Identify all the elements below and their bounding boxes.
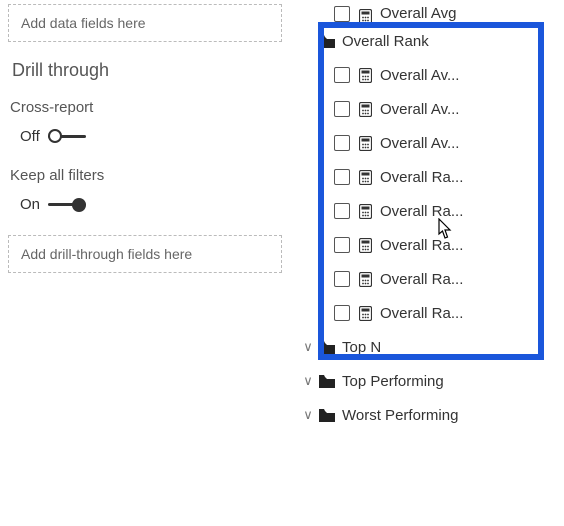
dropzone-drill-text: Add drill-through fields here <box>21 246 192 262</box>
keep-filters-toggle[interactable]: On <box>20 196 282 213</box>
field-row[interactable]: Overall Ra... <box>290 296 564 330</box>
dropzone-data-text: Add data fields here <box>21 15 146 31</box>
chevron-down-icon[interactable]: ∨ <box>300 373 316 389</box>
folder-label: Worst Performing <box>342 407 458 424</box>
field-row[interactable]: Overall Ra... <box>290 194 564 228</box>
folder-icon <box>318 409 336 422</box>
drill-through-dropzone[interactable]: Add drill-through fields here <box>8 235 282 273</box>
field-row[interactable]: Overall Av... <box>290 58 564 92</box>
field-label: Overall Avg <box>380 5 456 24</box>
field-checkbox[interactable] <box>334 305 350 321</box>
field-checkbox[interactable] <box>334 6 350 22</box>
fields-list: Overall Avg Overall Rank Overall Av... Ov… <box>290 2 564 432</box>
field-label: Overall Av... <box>380 101 459 118</box>
folder-icon <box>318 35 336 48</box>
folder-label: Top N <box>342 339 381 356</box>
field-row[interactable]: Overall Av... <box>290 92 564 126</box>
toggle-on-icon <box>48 198 86 212</box>
cross-report-label: Cross-report <box>10 99 282 116</box>
cross-report-state: Off <box>20 128 40 145</box>
field-row[interactable]: Overall Av... <box>290 126 564 160</box>
measure-icon <box>356 9 374 24</box>
field-checkbox[interactable] <box>334 135 350 151</box>
data-fields-dropzone[interactable]: Add data fields here <box>8 4 282 42</box>
folder-icon <box>318 375 336 388</box>
folder-row[interactable]: ∨ Top Performing <box>290 364 564 398</box>
field-row-partial[interactable]: Overall Avg <box>290 2 564 24</box>
field-checkbox[interactable] <box>334 169 350 185</box>
chevron-down-icon[interactable]: ∨ <box>300 407 316 423</box>
field-label: Overall Av... <box>380 67 459 84</box>
keep-filters-label: Keep all filters <box>10 167 282 184</box>
measure-icon <box>356 204 374 219</box>
field-row[interactable]: Overall Ra... <box>290 160 564 194</box>
field-label: Overall Ra... <box>380 169 463 186</box>
field-label: Overall Ra... <box>380 203 463 220</box>
field-label: Overall Ra... <box>380 237 463 254</box>
measure-icon <box>356 68 374 83</box>
field-checkbox[interactable] <box>334 67 350 83</box>
toggle-off-icon <box>48 130 86 144</box>
measure-icon <box>356 102 374 117</box>
chevron-down-icon[interactable]: ∨ <box>300 339 316 355</box>
measure-icon <box>356 306 374 321</box>
folder-row[interactable]: ∨ Top N <box>290 330 564 364</box>
field-label: Overall Ra... <box>380 271 463 288</box>
field-row[interactable]: Overall Ra... <box>290 262 564 296</box>
field-checkbox[interactable] <box>334 237 350 253</box>
measure-icon <box>356 136 374 151</box>
drill-through-title: Drill through <box>12 60 282 81</box>
folder-icon <box>318 341 336 354</box>
folder-overall-rank[interactable]: Overall Rank <box>290 24 564 58</box>
field-row[interactable]: Overall Ra... <box>290 228 564 262</box>
field-checkbox[interactable] <box>334 101 350 117</box>
measure-icon <box>356 170 374 185</box>
folder-label: Overall Rank <box>342 33 429 50</box>
field-checkbox[interactable] <box>334 203 350 219</box>
field-label: Overall Ra... <box>380 305 463 322</box>
field-checkbox[interactable] <box>334 271 350 287</box>
measure-icon <box>356 238 374 253</box>
measure-icon <box>356 272 374 287</box>
folder-label: Top Performing <box>342 373 444 390</box>
folder-row[interactable]: ∨ Worst Performing <box>290 398 564 432</box>
keep-filters-state: On <box>20 196 40 213</box>
field-label: Overall Av... <box>380 135 459 152</box>
cross-report-toggle[interactable]: Off <box>20 128 282 145</box>
